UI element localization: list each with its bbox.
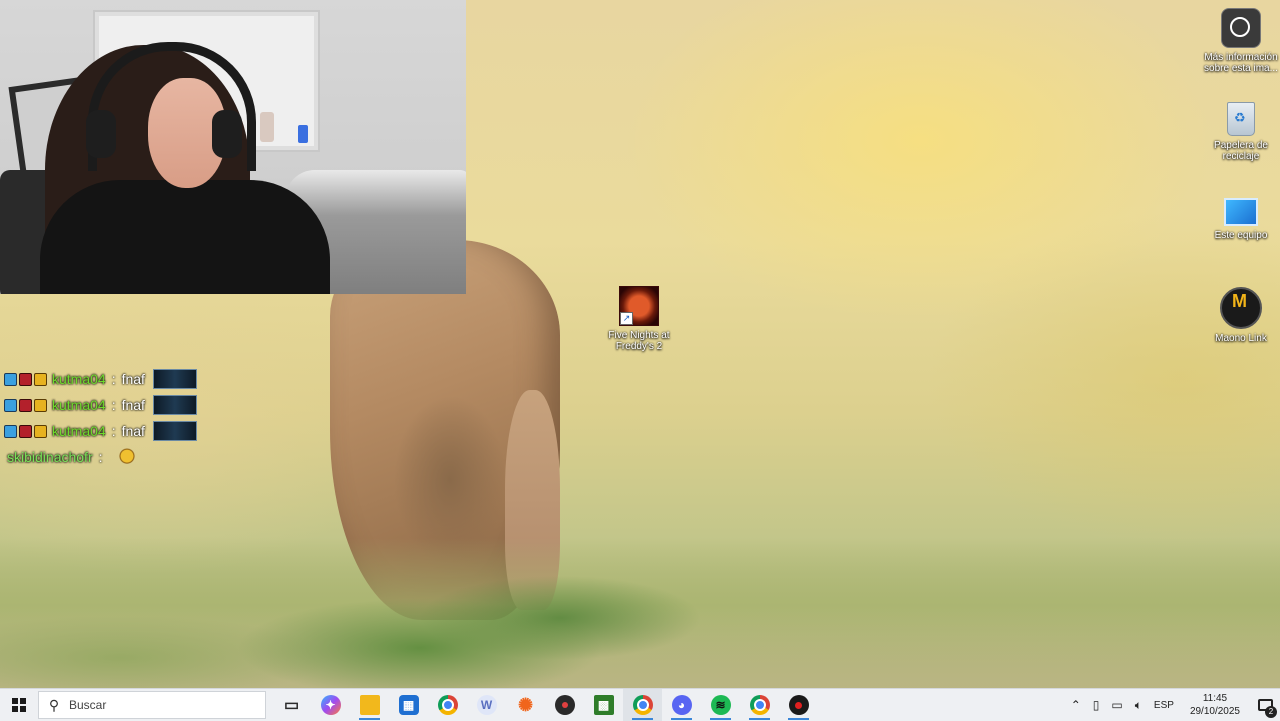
- store-icon: ▦: [398, 695, 419, 715]
- file-explorer-button[interactable]: [350, 689, 389, 721]
- chat-username: kutma04: [52, 371, 106, 387]
- desktop-icon-label: Más información sobre esta ima...: [1204, 52, 1278, 74]
- disc-icon: [554, 695, 575, 715]
- red-badge-icon: [19, 372, 32, 386]
- chrome-profile-2-icon: [749, 695, 770, 715]
- device-icon[interactable]: ▯: [1087, 698, 1106, 712]
- wallpaper-grass: [0, 538, 1280, 688]
- desktop-icon-info[interactable]: Más información sobre esta ima...: [1203, 8, 1279, 74]
- writer-icon: W: [476, 695, 497, 715]
- copilot-icon: ✦: [320, 695, 341, 715]
- chat-text: fnaf: [121, 397, 145, 413]
- chat-username: kutma04: [52, 423, 106, 439]
- crown-badge-icon: [34, 424, 47, 438]
- fnaf-game-icon: ↗: [619, 286, 659, 326]
- chat-username: skibidinachofr: [7, 449, 93, 465]
- chrome-profile-button[interactable]: [623, 689, 662, 721]
- task-view-button[interactable]: ▭: [272, 689, 311, 721]
- spotify-button[interactable]: ≋: [701, 689, 740, 721]
- face-emote-icon: [114, 448, 139, 466]
- recycle-bin-icon: [1227, 102, 1255, 136]
- writer-app-button[interactable]: W: [467, 689, 506, 721]
- emote-badge-icon: [152, 369, 197, 389]
- desktop-icon-recycle-bin[interactable]: Papelera de reciclaje: [1203, 102, 1279, 162]
- chat-separator: :: [111, 423, 116, 439]
- crown-badge-icon: [34, 372, 47, 386]
- desktop-icon-label: Maono Link: [1215, 333, 1267, 344]
- info-camera-icon: [1221, 8, 1261, 48]
- spotify-icon: ≋: [710, 695, 731, 715]
- chat-separator: :: [98, 449, 103, 465]
- emote-badge-icon: [152, 421, 197, 441]
- desktop-icon-this-pc[interactable]: Este equipo: [1203, 192, 1279, 241]
- chat-message: kutma04 : fnaf: [4, 366, 197, 392]
- chrome-icon: [437, 695, 458, 715]
- language-indicator[interactable]: ESP: [1148, 700, 1180, 711]
- chat-text: fnaf: [121, 371, 145, 387]
- sun-icon: ✺: [517, 694, 534, 715]
- microsoft-store-button[interactable]: ▦: [389, 689, 428, 721]
- clock-time: 11:45: [1202, 693, 1228, 704]
- system-tray: ⌃ ▯ ▭ 🔈︎ ESP 11:45 29/10/2025 2: [1065, 689, 1280, 721]
- chat-message: kutma04 : fnaf: [4, 418, 197, 444]
- prime-badge-icon: [4, 398, 17, 412]
- taskbar-search-box[interactable]: ⚲ Buscar: [38, 691, 266, 719]
- notification-count: 2: [1265, 706, 1277, 718]
- chat-separator: :: [111, 397, 116, 413]
- game-icon: [788, 695, 809, 715]
- prime-badge-icon: [4, 424, 17, 438]
- sun-app-button[interactable]: ✺: [506, 689, 545, 721]
- disc-app-button[interactable]: [545, 689, 584, 721]
- folder-icon: [359, 695, 380, 715]
- chrome-profile-icon: [632, 695, 653, 715]
- crown-badge-icon: [34, 398, 47, 412]
- search-icon: ⚲: [48, 696, 60, 713]
- show-hidden-icons-button[interactable]: ⌃: [1065, 698, 1087, 712]
- webcam-overlay: [0, 0, 466, 294]
- emote-badge-icon: [152, 395, 197, 415]
- headset-cup-left: [86, 110, 116, 158]
- chat-text: fnaf: [121, 423, 145, 439]
- clock-date: 29/10/2025: [1189, 706, 1240, 717]
- webcam-shelf-item: [260, 112, 274, 142]
- notification-button[interactable]: 2: [1250, 689, 1280, 721]
- desktop-icon-fnaf2[interactable]: ↗ Five Nights at Freddy's 2: [601, 286, 677, 352]
- chat-username: kutma04: [52, 397, 106, 413]
- chrome-button[interactable]: [428, 689, 467, 721]
- desktop-icon-label: Five Nights at Freddy's 2: [608, 330, 670, 352]
- task-view-icon: ▭: [283, 697, 300, 714]
- desktop-icon-maono-link[interactable]: Maono Link: [1203, 287, 1279, 344]
- headset-cup-right: [212, 110, 242, 158]
- red-badge-icon: [19, 398, 32, 412]
- search-placeholder: Buscar: [69, 698, 107, 712]
- shortcut-arrow-icon: ↗: [620, 312, 633, 325]
- game-app-button[interactable]: [779, 689, 818, 721]
- minecraft-icon: ▩: [593, 695, 614, 715]
- volume-icon[interactable]: 🔈︎: [1129, 698, 1148, 713]
- stream-chat: kutma04 : fnaf kutma04 : fnaf kutma04 : …: [4, 366, 197, 470]
- chrome-profile-2-button[interactable]: [740, 689, 779, 721]
- copilot-button[interactable]: ✦: [311, 689, 350, 721]
- start-button[interactable]: [0, 689, 38, 721]
- network-icon[interactable]: ▭: [1105, 698, 1128, 712]
- red-badge-icon: [19, 424, 32, 438]
- minecraft-button[interactable]: ▩: [584, 689, 623, 721]
- chat-message: skibidinachofr :: [4, 444, 197, 470]
- computer-icon: [1224, 198, 1258, 226]
- windows-logo-icon: [12, 698, 26, 712]
- streamer-body: [40, 180, 330, 294]
- desktop-icon-label: Papelera de reciclaje: [1214, 140, 1268, 162]
- maono-link-icon: [1220, 287, 1262, 329]
- webcam-bottle: [298, 125, 308, 143]
- discord-button[interactable]: ◕: [662, 689, 701, 721]
- chat-message: kutma04 : fnaf: [4, 392, 197, 418]
- chat-separator: :: [111, 371, 116, 387]
- clock[interactable]: 11:45 29/10/2025: [1180, 692, 1250, 718]
- discord-icon: ◕: [671, 695, 692, 715]
- desktop-icon-label: Este equipo: [1214, 230, 1268, 241]
- prime-badge-icon: [4, 372, 17, 386]
- taskbar: ⚲ Buscar ▭ ✦ ▦ W ✺ ▩ ◕ ≋ ⌃ ▯ ▭ 🔈︎ ESP 11…: [0, 688, 1280, 721]
